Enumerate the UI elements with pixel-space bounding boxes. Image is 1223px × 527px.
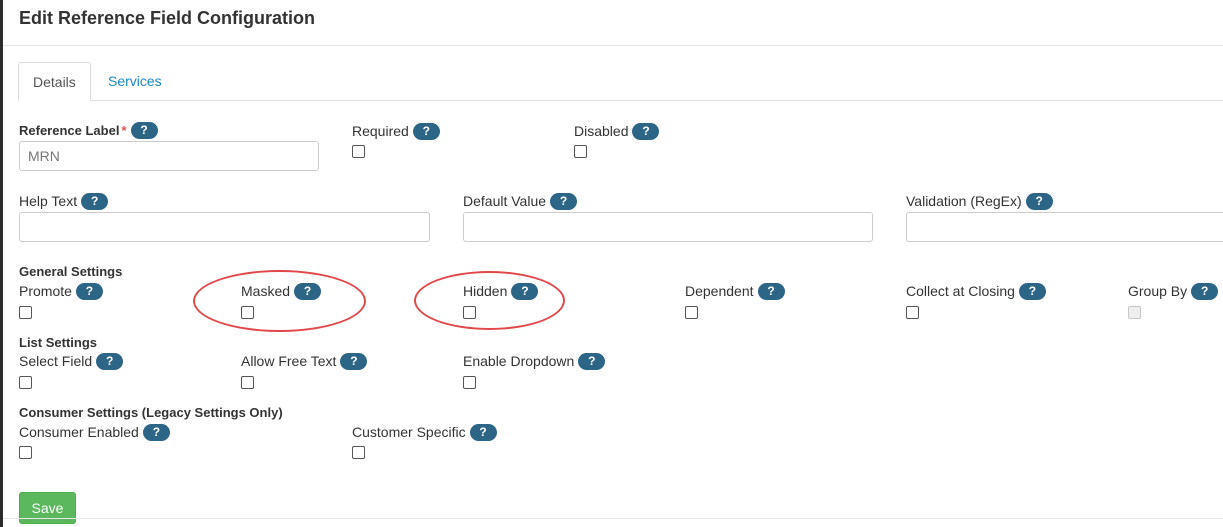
- collect-at-closing-text: Collect at Closing: [906, 283, 1015, 299]
- page-title: Edit Reference Field Configuration: [19, 8, 316, 28]
- dependent-text: Dependent: [685, 283, 754, 299]
- general-settings-heading: General Settings: [19, 264, 123, 279]
- customer-specific-label: Customer Specific?: [352, 423, 497, 442]
- list-settings-heading: List Settings: [19, 335, 98, 350]
- consumer-enabled-checkbox[interactable]: [19, 446, 32, 459]
- required-checkbox[interactable]: [352, 145, 365, 158]
- promote-label: Promote?: [19, 282, 103, 301]
- help-icon[interactable]: ?: [75, 282, 103, 300]
- reference-label-input[interactable]: [19, 141, 319, 171]
- group-by-label: Group By?: [1128, 282, 1219, 301]
- collect-at-closing-label: Collect at Closing?: [906, 282, 1046, 301]
- tab-details[interactable]: Details: [18, 62, 91, 101]
- masked-checkbox[interactable]: [241, 306, 254, 319]
- select-field-text: Select Field: [19, 353, 93, 369]
- allow-free-text-checkbox[interactable]: [241, 376, 254, 389]
- enable-dropdown-checkbox[interactable]: [463, 376, 476, 389]
- hidden-text: Hidden: [463, 283, 508, 299]
- consumer-enabled-label: Consumer Enabled?: [19, 423, 170, 442]
- help-icon[interactable]: ?: [294, 282, 322, 300]
- disabled-text: Disabled: [574, 123, 629, 139]
- required-label: Required?: [352, 122, 440, 141]
- help-text-label: Help Text?: [19, 192, 109, 211]
- hidden-label: Hidden?: [463, 282, 539, 301]
- disabled-label: Disabled?: [574, 122, 660, 141]
- group-by-text: Group By: [1128, 283, 1188, 299]
- help-icon[interactable]: ?: [1018, 282, 1046, 300]
- promote-text: Promote: [19, 283, 72, 299]
- help-icon[interactable]: ?: [412, 122, 440, 140]
- help-icon[interactable]: ?: [511, 282, 539, 300]
- help-icon[interactable]: ?: [1191, 282, 1219, 300]
- consumer-settings-heading: Consumer Settings (Legacy Settings Only): [19, 405, 283, 420]
- help-text-text: Help Text: [19, 193, 78, 209]
- default-value-label: Default Value?: [463, 192, 578, 211]
- customer-specific-text: Customer Specific: [352, 424, 466, 440]
- help-icon[interactable]: ?: [142, 423, 170, 441]
- default-value-input[interactable]: [463, 212, 873, 242]
- help-icon[interactable]: ?: [1025, 192, 1053, 210]
- dependent-checkbox[interactable]: [685, 306, 698, 319]
- required-star: *: [121, 123, 127, 138]
- validation-regex-label: Validation (RegEx)?: [906, 192, 1053, 211]
- footer-divider: [3, 518, 1223, 519]
- dependent-label: Dependent?: [685, 282, 785, 301]
- customer-specific-checkbox[interactable]: [352, 446, 365, 459]
- allow-free-text-label: Allow Free Text?: [241, 352, 368, 371]
- save-button[interactable]: Save: [19, 492, 76, 524]
- disabled-checkbox[interactable]: [574, 145, 587, 158]
- validation-regex-input[interactable]: [906, 212, 1223, 242]
- required-text: Required: [352, 123, 409, 139]
- default-value-text: Default Value: [463, 193, 547, 209]
- help-icon[interactable]: ?: [96, 352, 124, 370]
- masked-label: Masked?: [241, 282, 322, 301]
- validation-regex-text: Validation (RegEx): [906, 193, 1022, 209]
- tab-services[interactable]: Services: [94, 62, 176, 101]
- help-icon[interactable]: ?: [81, 192, 109, 210]
- select-field-label: Select Field?: [19, 352, 124, 371]
- hidden-checkbox[interactable]: [463, 306, 476, 319]
- masked-text: Masked: [241, 283, 291, 299]
- group-by-checkbox: [1128, 306, 1141, 319]
- promote-checkbox[interactable]: [19, 306, 32, 319]
- annotation-ellipse-masked: [193, 270, 366, 332]
- help-icon[interactable]: ?: [578, 352, 606, 370]
- enable-dropdown-text: Enable Dropdown: [463, 353, 575, 369]
- help-icon[interactable]: ?: [469, 423, 497, 441]
- help-icon[interactable]: ?: [340, 352, 368, 370]
- title-divider: [3, 45, 1223, 46]
- tabs-divider: [18, 100, 1223, 101]
- consumer-enabled-text: Consumer Enabled: [19, 424, 139, 440]
- help-text-input[interactable]: [19, 212, 430, 242]
- reference-label-label: Reference Label *?: [19, 122, 158, 140]
- window-left-edge: [0, 0, 3, 527]
- help-icon[interactable]: ?: [757, 282, 785, 300]
- collect-at-closing-checkbox[interactable]: [906, 306, 919, 319]
- help-icon[interactable]: ?: [550, 192, 578, 210]
- reference-label-text: Reference Label: [19, 123, 120, 138]
- enable-dropdown-label: Enable Dropdown?: [463, 352, 606, 371]
- help-icon[interactable]: ?: [632, 122, 660, 140]
- allow-free-text-text: Allow Free Text: [241, 353, 337, 369]
- help-icon[interactable]: ?: [130, 122, 158, 140]
- select-field-checkbox[interactable]: [19, 376, 32, 389]
